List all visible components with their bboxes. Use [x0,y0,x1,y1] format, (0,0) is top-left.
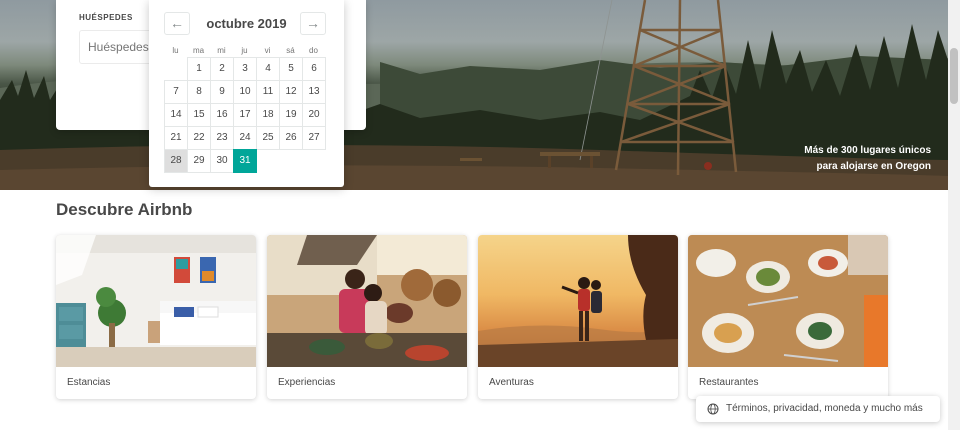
calendar-day[interactable]: 13 [302,80,326,104]
discover-section-title: Descubre Airbnb [56,200,193,219]
page: Más de 300 lugares únicos para alojarse … [0,0,960,430]
calendar-day[interactable]: 14 [164,103,188,127]
card-estancias[interactable]: Estancias [56,235,256,399]
hero-caption-line-2: para alojarse en Oregon [816,161,932,172]
guests-label: HUÉSPEDES [79,13,133,22]
scrollbar-thumb[interactable] [950,48,958,104]
calendar-day-selected[interactable]: 31 [233,149,257,173]
calendar-day[interactable]: 18 [256,103,280,127]
weekday-label: sá [286,46,295,55]
calendar-weekday-header: lu ma mi ju vi sá do [164,46,329,55]
card-experiencias-image [267,235,467,367]
calendar-day[interactable]: 29 [187,149,211,173]
card-restaurantes-label: Restaurantes [699,377,759,388]
card-experiencias[interactable]: Experiencias [267,235,467,399]
calendar-day[interactable]: 22 [187,126,211,150]
card-restaurantes-image [688,235,888,367]
calendar-day[interactable]: 12 [279,80,303,104]
weekday-label: ma [192,46,205,55]
calendar-day[interactable]: 7 [164,80,188,104]
calendar-day[interactable]: 30 [210,149,234,173]
calendar-empty-cell [164,57,188,81]
card-aventuras-image [478,235,678,367]
calendar-day[interactable]: 27 [302,126,326,150]
calendar-day[interactable]: 25 [256,126,280,150]
next-month-button[interactable]: → [300,12,326,35]
calendar-day[interactable]: 10 [233,80,257,104]
card-restaurantes[interactable]: Restaurantes [688,235,888,399]
calendar-day-grid: 1 2 3 4 5 6 7 8 9 10 11 12 13 14 15 16 17 18 19 20 21 22 23 24 2… [164,57,329,173]
calendar-day[interactable]: 9 [210,80,234,104]
footer-terms-button[interactable]: Términos, privacidad, moneda y mucho más [696,396,940,422]
calendar-day[interactable]: 21 [164,126,188,150]
calendar-day[interactable]: 1 [187,57,211,81]
weekday-label: do [309,46,318,55]
weekday-label: ju [241,46,248,55]
weekday-label: mi [217,46,226,55]
footer-terms-text: Términos, privacidad, moneda y mucho más [726,403,923,414]
globe-icon [707,403,719,415]
calendar-day[interactable]: 23 [210,126,234,150]
calendar-day[interactable]: 11 [256,80,280,104]
hero-caption-line-1: Más de 300 lugares únicos [804,145,931,156]
card-estancias-image [56,235,256,367]
calendar-day[interactable]: 4 [256,57,280,81]
calendar-day[interactable]: 26 [279,126,303,150]
calendar-day[interactable]: 2 [210,57,234,81]
card-experiencias-label: Experiencias [278,377,336,388]
calendar-day[interactable]: 17 [233,103,257,127]
calendar-day[interactable]: 20 [302,103,326,127]
card-aventuras[interactable]: Aventuras [478,235,678,399]
page-scrollbar[interactable] [948,0,960,430]
card-aventuras-label: Aventuras [489,377,534,388]
calendar-day[interactable]: 6 [302,57,326,81]
weekday-label: lu [172,46,179,55]
arrow-right-icon: → [306,15,320,31]
date-picker-calendar: ← octubre 2019 → lu ma mi ju vi sá do 12345678… [149,0,344,187]
calendar-day[interactable]: 28 [164,149,188,173]
calendar-day[interactable]: 8 [187,80,211,104]
weekday-label: vi [264,46,271,55]
hero-caption: Más de 300 lugares únicos para alojarse … [804,143,931,175]
card-estancias-label: Estancias [67,377,111,388]
calendar-day[interactable]: 24 [233,126,257,150]
calendar-day[interactable]: 16 [210,103,234,127]
calendar-day[interactable]: 19 [279,103,303,127]
calendar-day[interactable]: 15 [187,103,211,127]
calendar-day[interactable]: 5 [279,57,303,81]
calendar-day[interactable]: 3 [233,57,257,81]
